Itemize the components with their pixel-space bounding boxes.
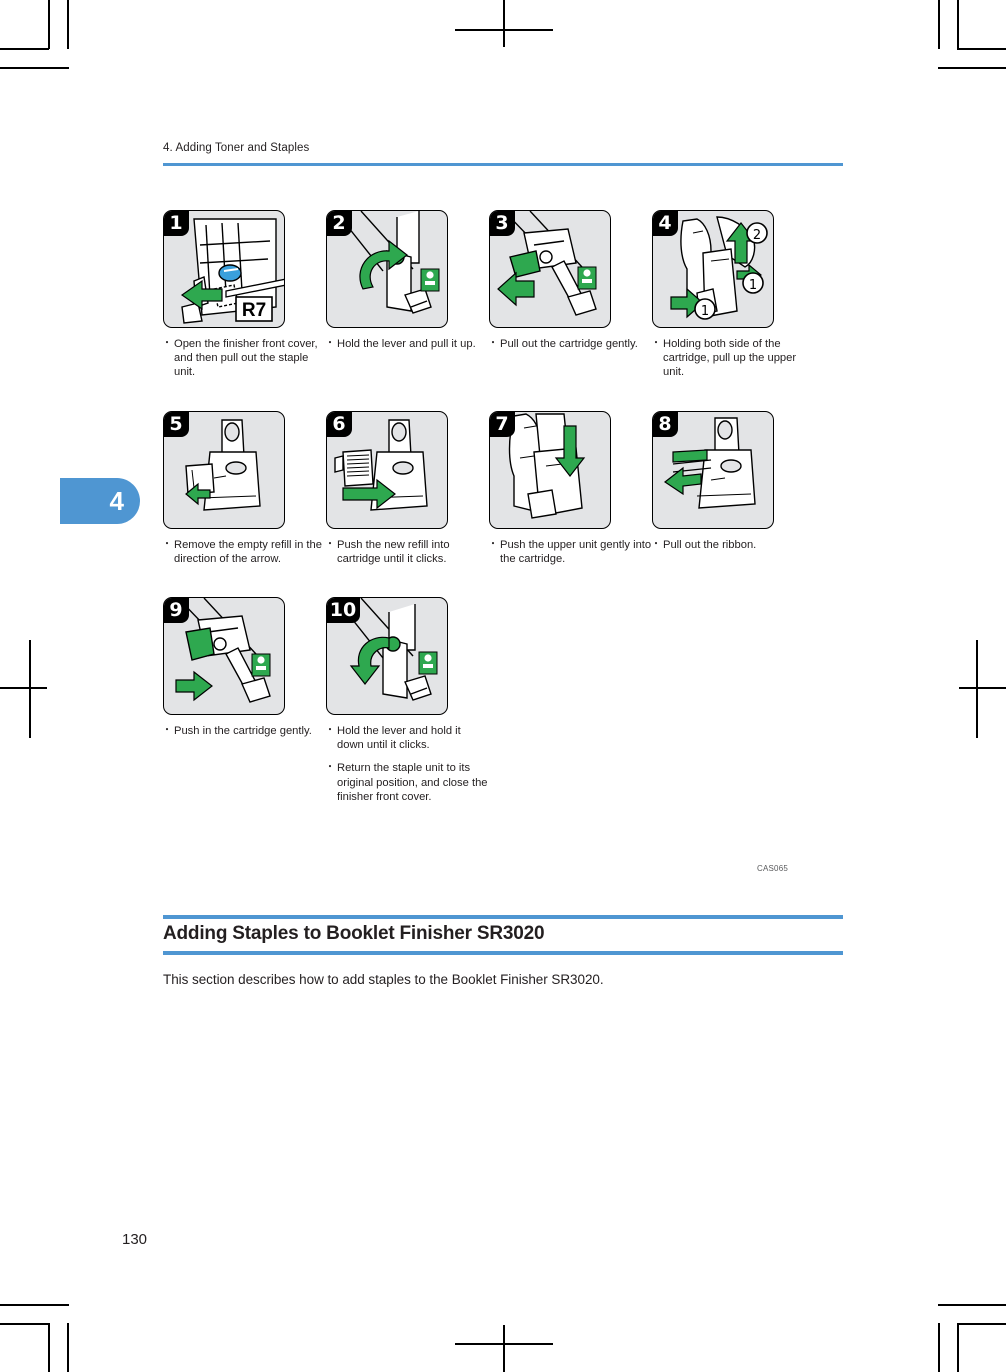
section-rule-bottom	[163, 951, 843, 955]
illustration-step-3: 3	[489, 210, 611, 328]
figure-cell-step-8: 8 ・ Pull out the ribbon.	[651, 410, 815, 566]
illustration-step-8: 8	[652, 410, 774, 529]
illustration-step-10: 10	[326, 597, 448, 716]
page-number: 130	[122, 1231, 148, 1248]
figure-id-code: CAS065	[757, 864, 788, 873]
figure-cell-step-6: 6 ・ Push the new refill into cartridge u…	[325, 410, 489, 566]
figure-cell-step-3: 3 ・ Pull out the cartridge gently.	[488, 210, 652, 380]
illustration-step-4: 4 2 1 1	[652, 210, 774, 328]
caption-step-5: Remove the empty refill in the direction…	[162, 538, 326, 566]
svg-text:2: 2	[753, 228, 761, 243]
figure-cell-step-10: 10 ・ Hold the lever and hold it down unt…	[325, 597, 489, 804]
figure-row-3: 9 ・ Push in the cartridge gently. 10 ・ H…	[162, 597, 843, 804]
svg-text:1: 1	[749, 278, 757, 293]
step-badge-4: 4	[653, 211, 678, 236]
figure-cell-step-1: 1 R7 ・ Open the finisher front cover, an…	[162, 210, 326, 380]
step-badge-8: 8	[653, 411, 678, 437]
figure-cell-step-5: 5 ・ Remove the empty refill in the direc…	[162, 410, 326, 566]
step-badge-6: 6	[327, 411, 352, 437]
row-spacer-2	[163, 566, 843, 597]
step-badge-7: 7	[490, 411, 515, 437]
row-spacer-1	[163, 380, 843, 411]
illustration-step-5: 5	[163, 410, 285, 529]
procedure-figure-block: 1 R7 ・ Open the finisher front cover, an…	[162, 210, 843, 804]
step-badge-10: 10	[327, 598, 360, 624]
illustration-step-7: 7	[489, 410, 611, 529]
section-rule-top	[163, 915, 843, 919]
step-1-label-r7: R7	[242, 300, 266, 321]
figure-cell-empty-1	[489, 597, 652, 804]
caption-step-7: Push the upper unit gently into the cart…	[488, 538, 652, 566]
illustration-step-2: 2	[326, 210, 448, 328]
svg-text:1: 1	[701, 304, 709, 319]
caption-step-10: Hold the lever and hold it down until it…	[325, 724, 489, 804]
step-badge-2: 2	[327, 211, 352, 236]
section-body-text: This section describes how to add staple…	[163, 972, 604, 987]
figure-cell-step-7: 7 ・ Push the upper unit gently into the …	[488, 410, 652, 566]
illustration-step-6: 6	[326, 410, 448, 529]
step-badge-1: 1	[164, 211, 189, 236]
caption-step-4: Holding both side of the cartridge, pull…	[651, 337, 815, 380]
caption-step-6: Push the new refill into cartridge until…	[325, 538, 489, 566]
step-badge-5: 5	[164, 411, 189, 437]
figure-cell-step-4: 4 2 1 1 ・ Holding both side of the cartr…	[651, 210, 815, 380]
step-badge-9: 9	[164, 598, 189, 624]
page-content: 4. Adding Toner and Staples 4 1 R7 ・ Ope…	[0, 0, 1006, 1372]
figure-cell-step-2: 2 ・ Hold the lever and pull it up.	[325, 210, 489, 380]
caption-step-9: Push in the cartridge gently.	[162, 724, 326, 738]
caption-step-1: Open the finisher front cover, and then …	[162, 337, 326, 380]
section-title: Adding Staples to Booklet Finisher SR302…	[163, 923, 545, 944]
caption-step-3: Pull out the cartridge gently.	[488, 337, 652, 351]
running-header: 4. Adding Toner and Staples	[163, 142, 310, 154]
caption-step-2: Hold the lever and pull it up.	[325, 337, 489, 351]
chapter-thumb-tab: 4	[60, 478, 140, 524]
caption-step-8: Pull out the ribbon.	[651, 538, 815, 552]
figure-row-1: 1 R7 ・ Open the finisher front cover, an…	[162, 210, 843, 380]
illustration-step-1: 1 R7	[163, 210, 285, 328]
header-rule	[163, 163, 843, 166]
illustration-step-9: 9	[163, 597, 285, 716]
step-badge-3: 3	[490, 211, 515, 236]
figure-row-2: 5 ・ Remove the empty refill in the direc…	[162, 410, 843, 566]
figure-cell-empty-2	[652, 597, 815, 804]
figure-cell-step-9: 9 ・ Push in the cartridge gently.	[162, 597, 326, 804]
